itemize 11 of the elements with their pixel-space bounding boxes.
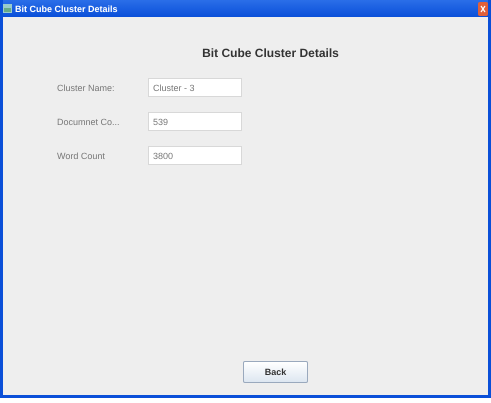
text-field[interactable]: 3800: [148, 146, 242, 165]
text-field[interactable]: 539: [148, 112, 242, 131]
window-title: Bit Cube Cluster Details: [15, 4, 118, 14]
field-label: Word Count: [57, 150, 106, 160]
page-heading: Bit Cube Cluster Details: [202, 46, 339, 60]
field-label: Cluster Name:: [57, 82, 116, 92]
field-label: Documnet Co...: [57, 116, 121, 126]
text-field[interactable]: Cluster - 3: [148, 78, 242, 97]
back-button[interactable]: Back: [243, 361, 308, 383]
app-icon: [3, 4, 12, 13]
close-icon[interactable]: [478, 2, 488, 16]
